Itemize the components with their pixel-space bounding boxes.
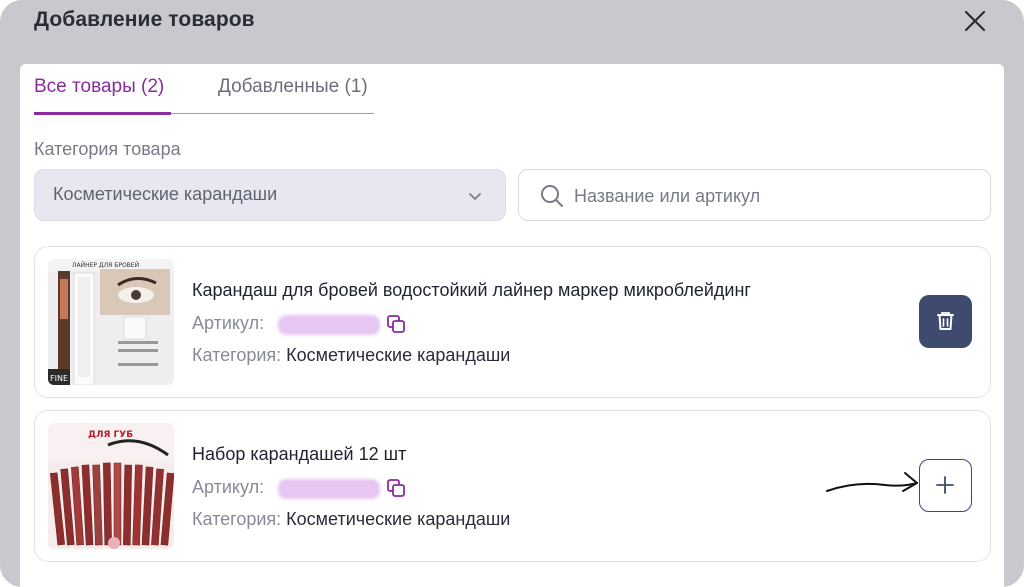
brow-thumb-brand: FINE bbox=[50, 374, 68, 383]
product-category: Категория: Косметические карандаши bbox=[192, 509, 510, 530]
remove-product-button[interactable] bbox=[919, 295, 972, 348]
product-card: ДЛЯ ГУБ Набор карандашей 12 шт Артикул: … bbox=[34, 410, 991, 562]
copy-icon[interactable] bbox=[385, 477, 407, 499]
category-select[interactable]: Косметические карандаши bbox=[34, 169, 506, 221]
category-value: Косметические карандаши bbox=[286, 509, 511, 529]
tabs: Все товары (2) Добавленные (1) bbox=[34, 74, 374, 115]
add-product-button[interactable] bbox=[919, 459, 972, 512]
product-name: Набор карандашей 12 шт bbox=[192, 444, 407, 464]
dialog-title: Добавление товаров bbox=[34, 8, 255, 31]
product-thumbnail: ЛАЙНЕР ДЛЯ БРОВЕЙ FINE bbox=[48, 259, 174, 385]
copy-icon[interactable] bbox=[385, 313, 407, 335]
arrow-annotation-icon bbox=[826, 472, 918, 492]
close-icon bbox=[964, 10, 986, 32]
category-value: Косметические карандаши bbox=[286, 345, 511, 365]
sku-value-redacted bbox=[278, 315, 380, 335]
search-icon bbox=[541, 185, 563, 207]
add-products-dialog: Добавление товаров Все товары (2) Добавл… bbox=[0, 0, 1024, 587]
sku-value-redacted bbox=[278, 479, 380, 499]
active-tab-indicator bbox=[34, 112, 171, 115]
brow-thumb-caption: ЛАЙНЕР ДЛЯ БРОВЕЙ bbox=[72, 262, 139, 269]
tab-added-products[interactable]: Добавленные (1) bbox=[218, 76, 368, 98]
dialog-body: Все товары (2) Добавленные (1) Категория… bbox=[20, 64, 1004, 587]
product-thumbnail: ДЛЯ ГУБ bbox=[48, 423, 174, 549]
tab-all-products[interactable]: Все товары (2) bbox=[34, 76, 164, 98]
category-key: Категория: bbox=[192, 509, 282, 529]
sku-label: Артикул: bbox=[192, 313, 265, 333]
category-select-value: Косметические карандаши bbox=[53, 184, 278, 204]
product-name: Карандаш для бровей водостойкий лайнер м… bbox=[192, 280, 751, 300]
category-key: Категория: bbox=[192, 345, 282, 365]
sku-label: Артикул: bbox=[192, 477, 265, 497]
product-category: Категория: Косметические карандаши bbox=[192, 345, 510, 366]
search-input[interactable] bbox=[574, 182, 974, 210]
search-box[interactable] bbox=[518, 169, 991, 221]
close-button[interactable] bbox=[962, 8, 988, 34]
trash-icon bbox=[937, 312, 954, 330]
category-label: Категория товара bbox=[34, 139, 181, 159]
lip-thumb-caption: ДЛЯ ГУБ bbox=[88, 430, 133, 440]
product-card: ЛАЙНЕР ДЛЯ БРОВЕЙ FINE Карандаш для бров… bbox=[34, 246, 991, 398]
chevron-down-icon bbox=[469, 193, 481, 200]
plus-icon bbox=[936, 476, 954, 494]
